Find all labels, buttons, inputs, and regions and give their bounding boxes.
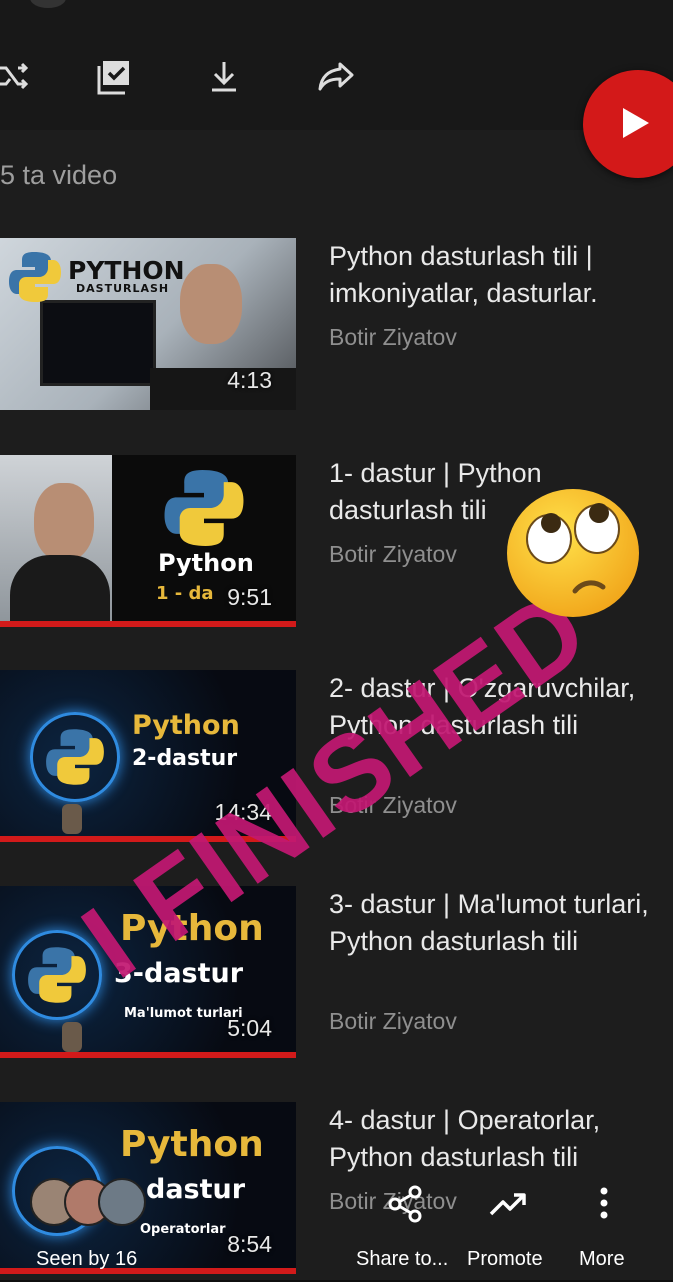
share-icon[interactable] bbox=[385, 1184, 425, 1229]
download-icon[interactable] bbox=[200, 52, 248, 100]
thumbnail-title: Python bbox=[132, 710, 240, 741]
thumbnail-title: Python bbox=[158, 549, 254, 577]
thumbnail-subtitle: DASTURLASH bbox=[76, 282, 170, 295]
person bbox=[150, 368, 296, 410]
video-thumbnail[interactable]: PYTHON DASTURLASH 4:13 bbox=[0, 238, 296, 410]
video-duration: 9:51 bbox=[227, 584, 272, 610]
promote-button[interactable]: Promote bbox=[467, 1248, 543, 1271]
avatar bbox=[30, 0, 66, 8]
python-logo-icon bbox=[163, 467, 245, 549]
person-body bbox=[10, 555, 110, 627]
save-to-playlist-icon[interactable] bbox=[90, 52, 138, 100]
video-count: 5 ta video bbox=[0, 160, 118, 190]
video-duration: 5:04 bbox=[227, 1015, 272, 1041]
video-title[interactable]: 4- dastur | Operatorlar, Python dasturla… bbox=[329, 1102, 659, 1176]
face-with-rolling-eyes-icon bbox=[505, 487, 641, 619]
avatar-icon bbox=[62, 804, 82, 834]
watch-progress-bar bbox=[0, 621, 296, 627]
shuffle-icon[interactable] bbox=[0, 52, 36, 100]
person-face bbox=[180, 264, 242, 344]
more-button[interactable]: More bbox=[579, 1248, 625, 1271]
share-to-button[interactable]: Share to... bbox=[356, 1248, 448, 1271]
trending-up-icon[interactable] bbox=[488, 1184, 528, 1229]
video-title[interactable]: Python dasturlash tili | imkoniyatlar, d… bbox=[329, 238, 659, 312]
python-logo-icon bbox=[30, 712, 120, 802]
share-icon[interactable] bbox=[312, 52, 360, 100]
avatar bbox=[98, 1178, 146, 1226]
thumbnail-subtitle: 2-dastur bbox=[132, 746, 238, 771]
python-logo-icon bbox=[12, 930, 102, 1020]
more-vertical-icon[interactable] bbox=[590, 1184, 618, 1229]
video-duration: 4:13 bbox=[227, 367, 272, 393]
watch-progress-bar bbox=[0, 1052, 296, 1058]
channel-name[interactable]: Botir Ziyatov bbox=[329, 324, 457, 351]
channel-name[interactable]: Botir Ziyatov bbox=[329, 541, 457, 568]
playlist-item[interactable]: PYTHON DASTURLASH 4:13 Python dasturlash… bbox=[0, 238, 673, 418]
channel-name[interactable]: Botir Ziyatov bbox=[329, 1008, 457, 1035]
video-title[interactable]: 3- dastur | Ma'lumot turlari, Python das… bbox=[329, 886, 659, 960]
viewer-avatars[interactable] bbox=[30, 1178, 150, 1228]
seen-by-label[interactable]: Seen by 16 bbox=[36, 1248, 137, 1271]
python-logo-icon bbox=[8, 250, 62, 304]
thumbnail-title: PYTHON bbox=[68, 256, 185, 285]
story-bottom-bar: Seen by 16 Share to... Promote More bbox=[0, 1170, 673, 1280]
play-icon bbox=[623, 108, 649, 138]
person-face bbox=[34, 483, 94, 561]
monitor bbox=[40, 300, 156, 386]
thumbnail-caption: Ma'lumot turlari bbox=[124, 1006, 243, 1021]
thumbnail-subtitle: 1 - da bbox=[156, 583, 214, 604]
thumbnail-title: Python bbox=[120, 1124, 264, 1165]
avatar-icon bbox=[62, 1022, 82, 1052]
video-thumbnail[interactable]: Python 1 - da 9:51 bbox=[0, 455, 296, 627]
playlist-toolbar bbox=[0, 0, 673, 130]
